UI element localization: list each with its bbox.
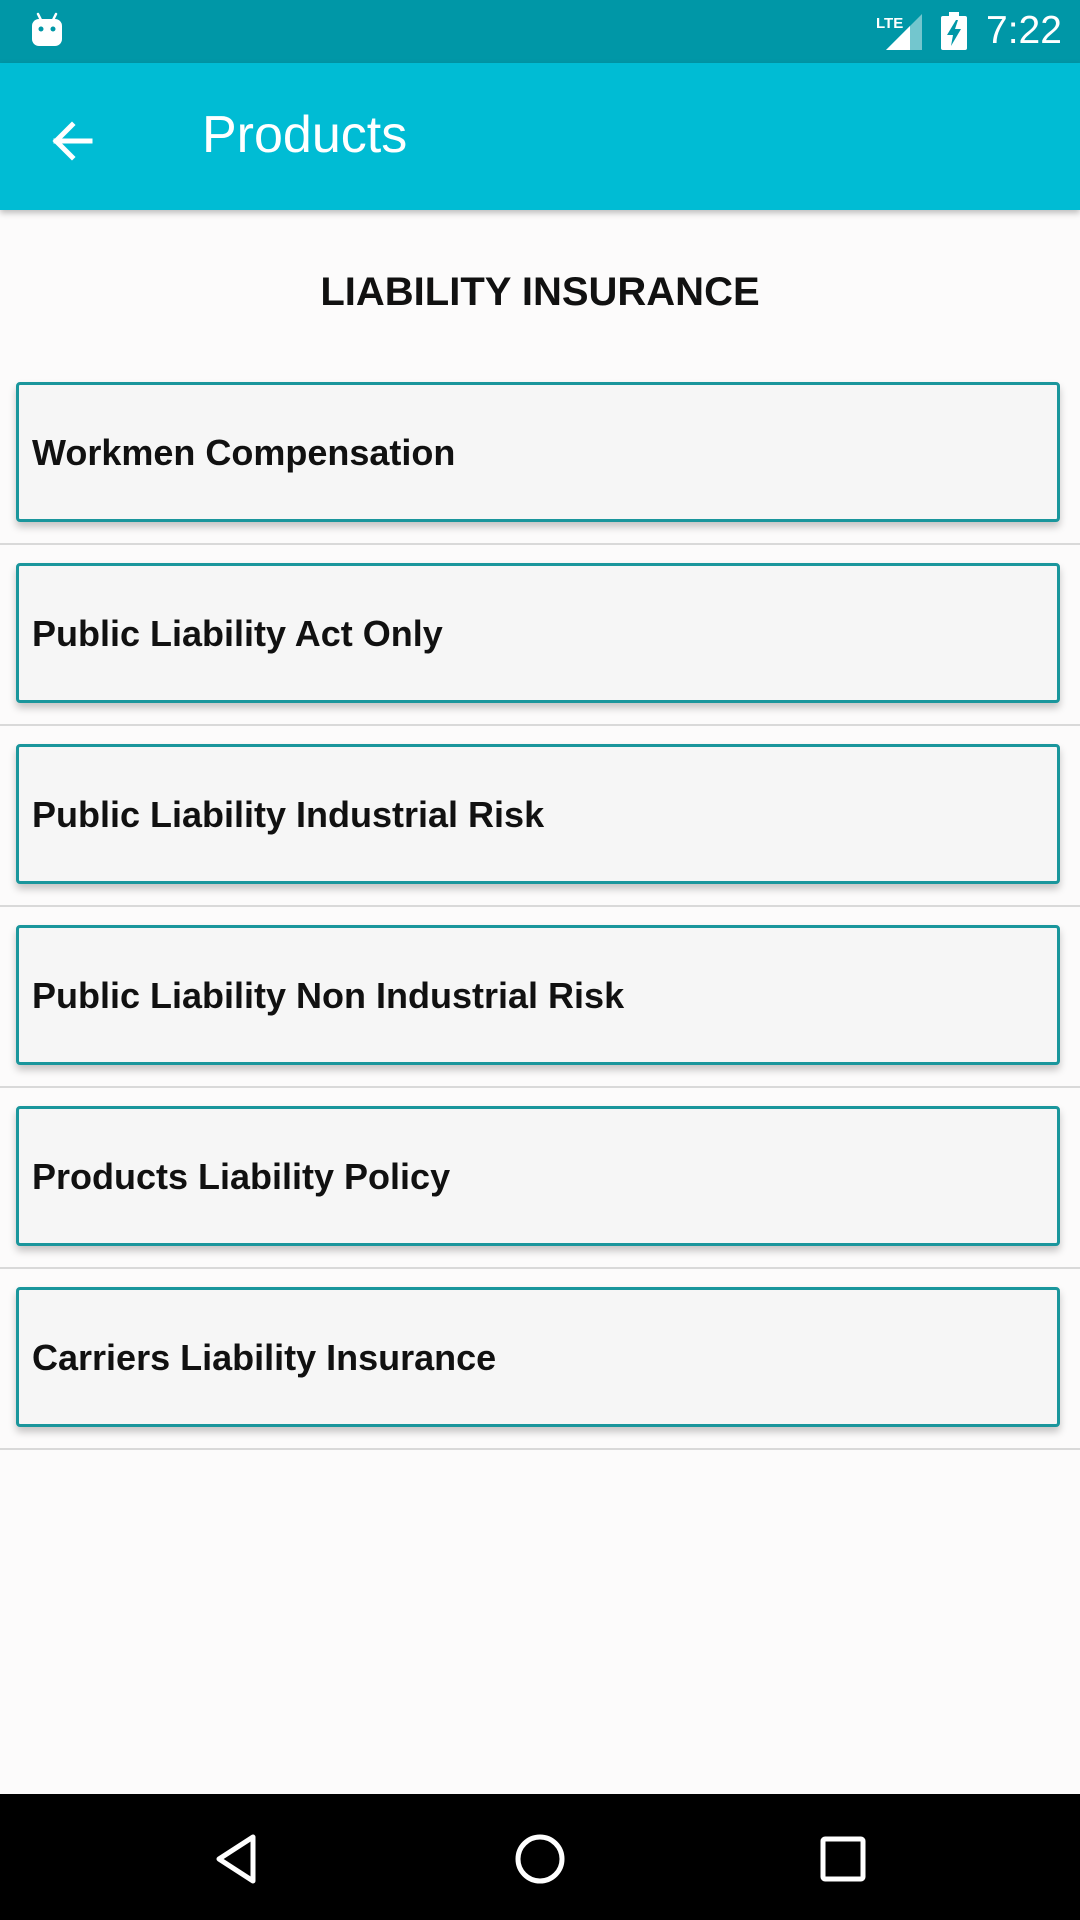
navigation-bar xyxy=(0,1794,1080,1920)
list-item: Public Liability Industrial Risk xyxy=(0,726,1080,907)
network-type-label: LTE xyxy=(876,15,903,32)
page-title: Products xyxy=(202,106,408,164)
arrow-left-icon xyxy=(52,121,93,161)
list-item: Carriers Liability Insurance xyxy=(0,1269,1080,1450)
lte-signal-icon: LTE xyxy=(876,14,922,50)
product-list: Workmen Compensation Public Liability Ac… xyxy=(0,364,1080,1450)
product-card-products-liability-policy[interactable]: Products Liability Policy xyxy=(16,1106,1060,1246)
app-bar: Products xyxy=(0,63,1080,210)
product-card-workmen-compensation[interactable]: Workmen Compensation xyxy=(16,382,1060,522)
product-label: Workmen Compensation xyxy=(32,432,456,473)
section-heading: LIABILITY INSURANCE xyxy=(320,270,760,314)
nav-home-button[interactable] xyxy=(503,1822,577,1896)
list-item: Public Liability Non Industrial Risk xyxy=(0,907,1080,1088)
list-item: Products Liability Policy xyxy=(0,1088,1080,1269)
nav-back-icon xyxy=(216,1834,256,1884)
product-label: Public Liability Industrial Risk xyxy=(32,794,545,835)
product-card-public-liability-act-only[interactable]: Public Liability Act Only xyxy=(16,563,1060,703)
product-card-public-liability-non-industrial-risk[interactable]: Public Liability Non Industrial Risk xyxy=(16,925,1060,1065)
status-bar: LTE 7:22 xyxy=(0,0,1080,63)
status-clock: 7:22 xyxy=(986,9,1062,52)
product-label: Public Liability Act Only xyxy=(32,613,443,654)
nav-recents-button[interactable] xyxy=(806,1822,880,1896)
product-card-public-liability-industrial-risk[interactable]: Public Liability Industrial Risk xyxy=(16,744,1060,884)
product-label: Public Liability Non Industrial Risk xyxy=(32,975,625,1016)
back-button[interactable] xyxy=(30,99,114,183)
product-label: Carriers Liability Insurance xyxy=(32,1337,497,1378)
product-card-carriers-liability-insurance[interactable]: Carriers Liability Insurance xyxy=(16,1287,1060,1427)
android-icon xyxy=(32,12,62,46)
product-label: Products Liability Policy xyxy=(32,1156,451,1197)
list-item: Public Liability Act Only xyxy=(0,545,1080,726)
nav-back-button[interactable] xyxy=(200,1822,274,1896)
nav-home-icon xyxy=(515,1834,565,1884)
battery-charging-icon xyxy=(941,12,967,50)
nav-recents-icon xyxy=(820,1836,866,1882)
list-item: Workmen Compensation xyxy=(0,364,1080,545)
